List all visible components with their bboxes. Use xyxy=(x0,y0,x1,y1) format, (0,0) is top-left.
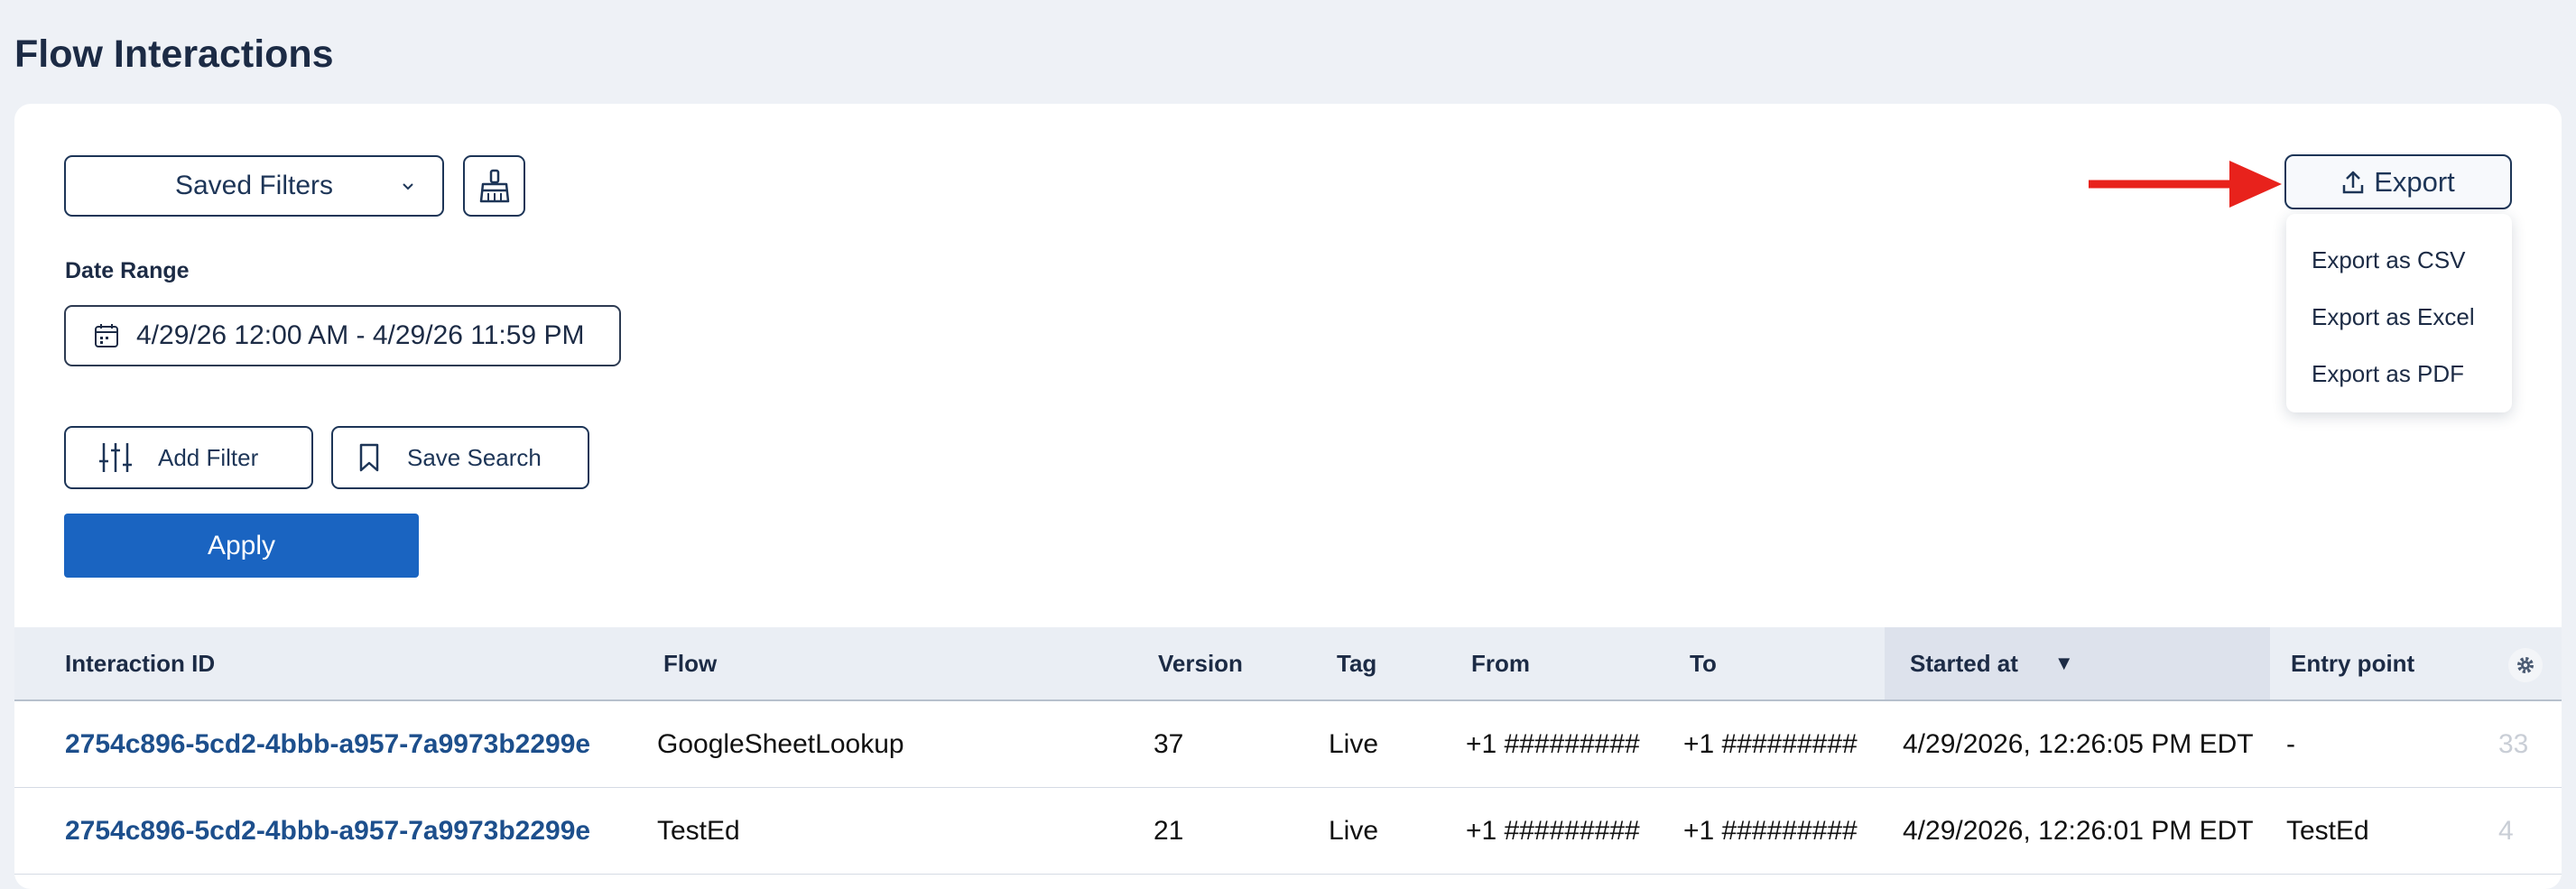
sort-desc-icon: ▼ xyxy=(2053,652,2074,674)
bookmark-icon xyxy=(359,443,379,472)
calendar-icon xyxy=(95,324,118,347)
cell-overflow: 33 xyxy=(2498,729,2529,759)
interaction-id-link[interactable]: 2754c896-5cd2-4bbb-a957-7a9973b2299e xyxy=(65,701,590,788)
save-search-button[interactable]: Save Search xyxy=(331,426,589,489)
column-settings-button[interactable] xyxy=(2508,648,2543,682)
export-pdf-item[interactable]: Export as PDF xyxy=(2286,346,2512,403)
cell-started-at: 4/29/2026, 12:26:05 PM EDT xyxy=(1903,729,2254,759)
cell-tag: Live xyxy=(1329,729,1379,759)
cell-to: +1 ######### xyxy=(1683,816,1858,846)
col-flow[interactable]: Flow xyxy=(663,627,717,699)
cell-entry-point: - xyxy=(2286,729,2295,759)
cell-entry-point: TestEd xyxy=(2286,816,2369,846)
col-to[interactable]: To xyxy=(1690,627,1717,699)
date-range-picker[interactable]: 4/29/26 12:00 AM - 4/29/26 11:59 PM xyxy=(64,305,621,366)
add-filter-button[interactable]: Add Filter xyxy=(64,426,313,489)
cell-started-at: 4/29/2026, 12:26:01 PM EDT xyxy=(1903,816,2254,846)
export-label: Export xyxy=(2374,165,2455,198)
saved-filters-label: Saved Filters xyxy=(174,171,334,200)
cell-version: 21 xyxy=(1154,816,1184,846)
gear-icon xyxy=(2517,657,2534,673)
apply-button[interactable]: Apply xyxy=(64,514,419,578)
save-search-label: Save Search xyxy=(407,443,542,471)
export-excel-item[interactable]: Export as Excel xyxy=(2286,289,2512,346)
col-started-at-label: Started at xyxy=(1910,649,2018,677)
cell-overflow: 4 xyxy=(2498,816,2514,846)
col-started-at[interactable]: Started at ▼ xyxy=(1885,627,2270,699)
cell-flow: TestEd xyxy=(657,816,740,846)
broom-icon xyxy=(479,169,509,203)
cell-to: +1 ######### xyxy=(1683,729,1858,759)
cell-from: +1 ######### xyxy=(1466,729,1640,759)
col-version[interactable]: Version xyxy=(1158,627,1243,699)
interaction-id-link[interactable]: 2754c896-5cd2-4bbb-a957-7a9973b2299e xyxy=(65,788,590,875)
col-from[interactable]: From xyxy=(1471,627,1530,699)
date-range-value: 4/29/26 12:00 AM - 4/29/26 11:59 PM xyxy=(136,320,585,350)
export-button[interactable]: Export xyxy=(2284,154,2512,209)
chevron-down-icon xyxy=(403,183,413,190)
add-filter-label: Add Filter xyxy=(158,443,259,471)
saved-filters-dropdown[interactable]: Saved Filters xyxy=(64,155,444,217)
interactions-table: Interaction ID Flow Version Tag From To … xyxy=(14,627,2562,875)
page-title: Flow Interactions xyxy=(14,32,334,76)
cell-from: +1 ######### xyxy=(1466,816,1640,846)
upload-icon xyxy=(2342,171,2364,193)
date-range-label: Date Range xyxy=(65,258,190,283)
table-row[interactable]: 2754c896-5cd2-4bbb-a957-7a9973b2299e Tes… xyxy=(14,788,2562,875)
cell-tag: Live xyxy=(1329,816,1379,846)
clear-filters-button[interactable] xyxy=(463,155,525,217)
cell-version: 37 xyxy=(1154,729,1184,759)
col-tag[interactable]: Tag xyxy=(1337,627,1376,699)
red-arrow-annotation xyxy=(2089,161,2282,208)
col-interaction-id[interactable]: Interaction ID xyxy=(65,627,215,699)
cell-flow: GoogleSheetLookup xyxy=(657,729,904,759)
col-entry-point[interactable]: Entry point xyxy=(2291,627,2414,699)
table-header: Interaction ID Flow Version Tag From To … xyxy=(14,627,2562,701)
sliders-icon xyxy=(99,443,132,472)
table-row[interactable]: 2754c896-5cd2-4bbb-a957-7a9973b2299e Goo… xyxy=(14,701,2562,788)
export-csv-item[interactable]: Export as CSV xyxy=(2286,232,2512,289)
export-menu: Export as CSV Export as Excel Export as … xyxy=(2286,214,2512,412)
